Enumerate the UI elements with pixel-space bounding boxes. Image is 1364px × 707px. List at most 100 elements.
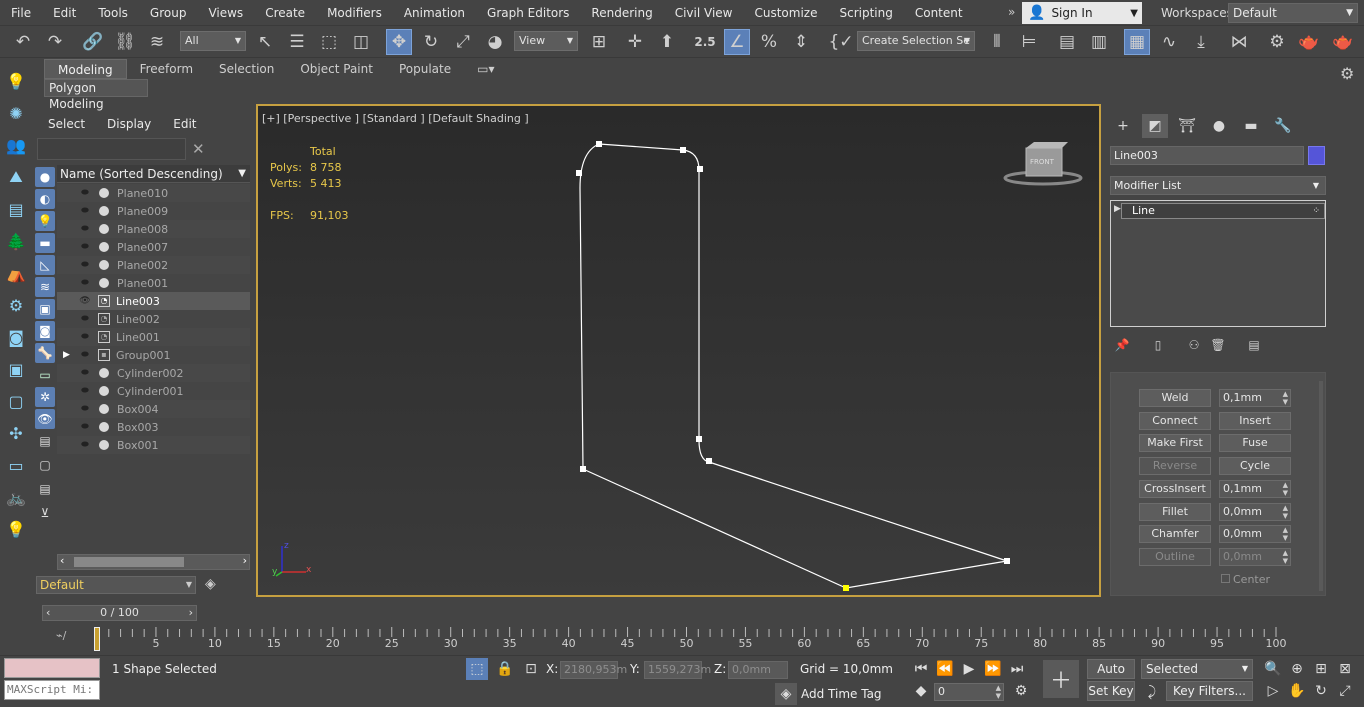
light-icon[interactable]: 💡	[5, 70, 27, 92]
tab-selection[interactable]: Selection	[206, 59, 287, 79]
filter-frozen-icon[interactable]: 👁	[35, 409, 55, 429]
xref-icon[interactable]: ◙	[5, 326, 27, 348]
eye-icon[interactable]: ⬬	[75, 422, 95, 432]
go-to-start-icon[interactable]: ⏮	[910, 658, 932, 680]
stack-item-line[interactable]: Line ⁘	[1121, 203, 1325, 219]
scene-list-header[interactable]: Name (Sorted Descending) ▼	[57, 165, 250, 183]
current-frame-spinner[interactable]: 0 ▲ ▼	[934, 683, 1004, 701]
go-to-end-icon[interactable]: ⏭	[1006, 658, 1028, 680]
vertex[interactable]	[576, 170, 582, 176]
menu-overflow-icon[interactable]: »	[1008, 5, 1015, 19]
isolate-selection-icon[interactable]: ⬚	[466, 658, 488, 680]
scene-list-item[interactable]: ▶ ⬬ ▪ Group001	[57, 346, 250, 364]
display-panel-icon[interactable]: ▢	[5, 390, 27, 412]
layout-icon[interactable]: ▭	[5, 454, 27, 476]
insert-button[interactable]: Insert	[1219, 412, 1291, 430]
filter-geometry-icon[interactable]: ●	[35, 167, 55, 187]
eye-icon[interactable]: ⬬	[75, 260, 95, 270]
ribbon-options-icon[interactable]: ▭▾	[464, 59, 507, 79]
utilities-tab-icon[interactable]: 🔧	[1270, 114, 1296, 138]
outline-button[interactable]: Outline	[1139, 548, 1211, 566]
time-slider-thumb[interactable]	[94, 627, 100, 651]
field-of-view-icon[interactable]: ▷	[1262, 680, 1284, 702]
menu-create[interactable]: Create	[254, 0, 316, 26]
fillet-button[interactable]: Fillet	[1139, 503, 1211, 521]
perspective-viewport[interactable]: [+] [Perspective ] [Standard ] [Default …	[256, 104, 1101, 597]
maximize-viewport-icon[interactable]: ⤢	[1334, 680, 1356, 702]
time-tag-icon[interactable]: ◈	[775, 683, 797, 705]
vertex[interactable]	[706, 458, 712, 464]
make-unique-icon[interactable]: ⚇	[1184, 336, 1204, 354]
bulb-icon[interactable]: 💡	[5, 518, 27, 540]
vertex[interactable]	[680, 147, 686, 153]
scene-list-item[interactable]: ⬬ Cylinder001	[57, 382, 250, 400]
rotate-icon[interactable]: ↻	[418, 29, 444, 55]
menu-group[interactable]: Group	[139, 0, 198, 26]
filter-hidden-icon[interactable]: ▤	[35, 431, 55, 451]
link-icon[interactable]: 🔗	[80, 29, 106, 55]
scene-explorer-toggle-icon[interactable]: ▤	[1054, 29, 1080, 55]
filter-none-icon[interactable]: ▤	[35, 479, 55, 499]
named-selection-set-select[interactable]: Create Selection Se ▼	[857, 31, 975, 51]
crossinsert-button[interactable]: CrossInsert	[1139, 480, 1211, 498]
ribbon-toggle-icon[interactable]: ▦	[1124, 29, 1150, 55]
menu-tools[interactable]: Tools	[87, 0, 139, 26]
set-key-large-icon[interactable]: ＋	[1043, 660, 1079, 698]
menu-civil-view[interactable]: Civil View	[664, 0, 744, 26]
object-color-swatch[interactable]	[1308, 146, 1325, 165]
eye-visible-icon[interactable]: 👁	[75, 296, 95, 306]
tab-populate[interactable]: Populate	[386, 59, 464, 79]
curve-editor-icon[interactable]: ∿	[1156, 29, 1182, 55]
display-tab-icon[interactable]: ▬	[1238, 114, 1264, 138]
object-name-field[interactable]: Line003	[1110, 146, 1304, 165]
layer-stack-icon[interactable]: ◈	[205, 576, 216, 592]
z-coordinate-field[interactable]: 0,0mm	[728, 661, 788, 679]
scene-list-item[interactable]: ⬬ Cylinder002	[57, 364, 250, 382]
play-icon[interactable]: ▶	[958, 658, 980, 680]
scene-tab-select[interactable]: Select	[48, 117, 85, 131]
eye-icon[interactable]: ⬬	[75, 332, 95, 342]
eye-icon[interactable]: ⬬	[75, 278, 95, 288]
modifier-list-select[interactable]: Modifier List ▼	[1110, 176, 1326, 195]
pin-stack-icon[interactable]: 📌	[1112, 336, 1132, 354]
filter-bones-icon[interactable]: 🦴	[35, 343, 55, 363]
snaps-toggle-icon[interactable]: 2.5	[692, 29, 718, 55]
menu-rendering[interactable]: Rendering	[580, 0, 663, 26]
key-mode-toggle-icon[interactable]: ◆	[910, 680, 932, 702]
move-icon[interactable]: ✥	[386, 29, 412, 55]
spinner-snap-icon[interactable]: ⇕	[788, 29, 814, 55]
undo-icon[interactable]: ↶	[10, 29, 36, 55]
vertex[interactable]	[596, 141, 602, 147]
vertex[interactable]	[580, 466, 586, 472]
zoom-extents-all-icon[interactable]: ⊠	[1334, 658, 1356, 680]
motion-tab-icon[interactable]: ●	[1206, 114, 1232, 138]
filter-xrefs-icon[interactable]: ◙	[35, 321, 55, 341]
scene-list-item[interactable]: ⬬ Box001	[57, 436, 250, 454]
cycle-button[interactable]: Cycle	[1219, 457, 1291, 475]
clear-search-icon[interactable]: ✕	[192, 140, 205, 158]
vertex[interactable]	[1004, 558, 1010, 564]
scroll-left-icon[interactable]: ‹	[60, 554, 64, 567]
ribbon-expand-icon[interactable]: ⚙	[1340, 64, 1354, 83]
time-configuration-icon[interactable]: ⚙	[1010, 680, 1032, 702]
fillet-spinner[interactable]: 0,0mm ▲ ▼	[1219, 503, 1291, 521]
menu-content[interactable]: Content	[904, 0, 974, 26]
show-end-result-icon[interactable]: ▯	[1148, 336, 1168, 354]
reverse-button[interactable]: Reverse	[1139, 457, 1211, 475]
frame-next-icon[interactable]: ›	[189, 606, 193, 620]
align-icon[interactable]: ⊨	[1016, 29, 1042, 55]
timeline[interactable]: ⌁∕ 0510152025303540455055606570758085909…	[56, 625, 1332, 655]
eye-icon[interactable]: ⬬	[75, 440, 95, 450]
menu-scripting[interactable]: Scripting	[828, 0, 903, 26]
create-tab-icon[interactable]: +	[1110, 114, 1136, 138]
sign-in-button[interactable]: 👤 Sign In ▼	[1022, 2, 1142, 24]
first-vertex[interactable]	[843, 585, 849, 591]
weld-threshold-spinner[interactable]: 0,1mm ▲ ▼	[1219, 389, 1291, 407]
rect-selection-icon[interactable]: ⬚	[316, 29, 342, 55]
select-manipulate-icon[interactable]: ✛	[622, 29, 648, 55]
filter-groups-icon[interactable]: ▣	[35, 299, 55, 319]
scene-list-item[interactable]: ⬬ Plane010	[57, 184, 250, 202]
layer-explorer-icon[interactable]: ▥	[1086, 29, 1112, 55]
eye-icon[interactable]: ⬬	[75, 242, 95, 252]
scene-list-hscrollbar[interactable]: ‹ ›	[57, 554, 250, 570]
